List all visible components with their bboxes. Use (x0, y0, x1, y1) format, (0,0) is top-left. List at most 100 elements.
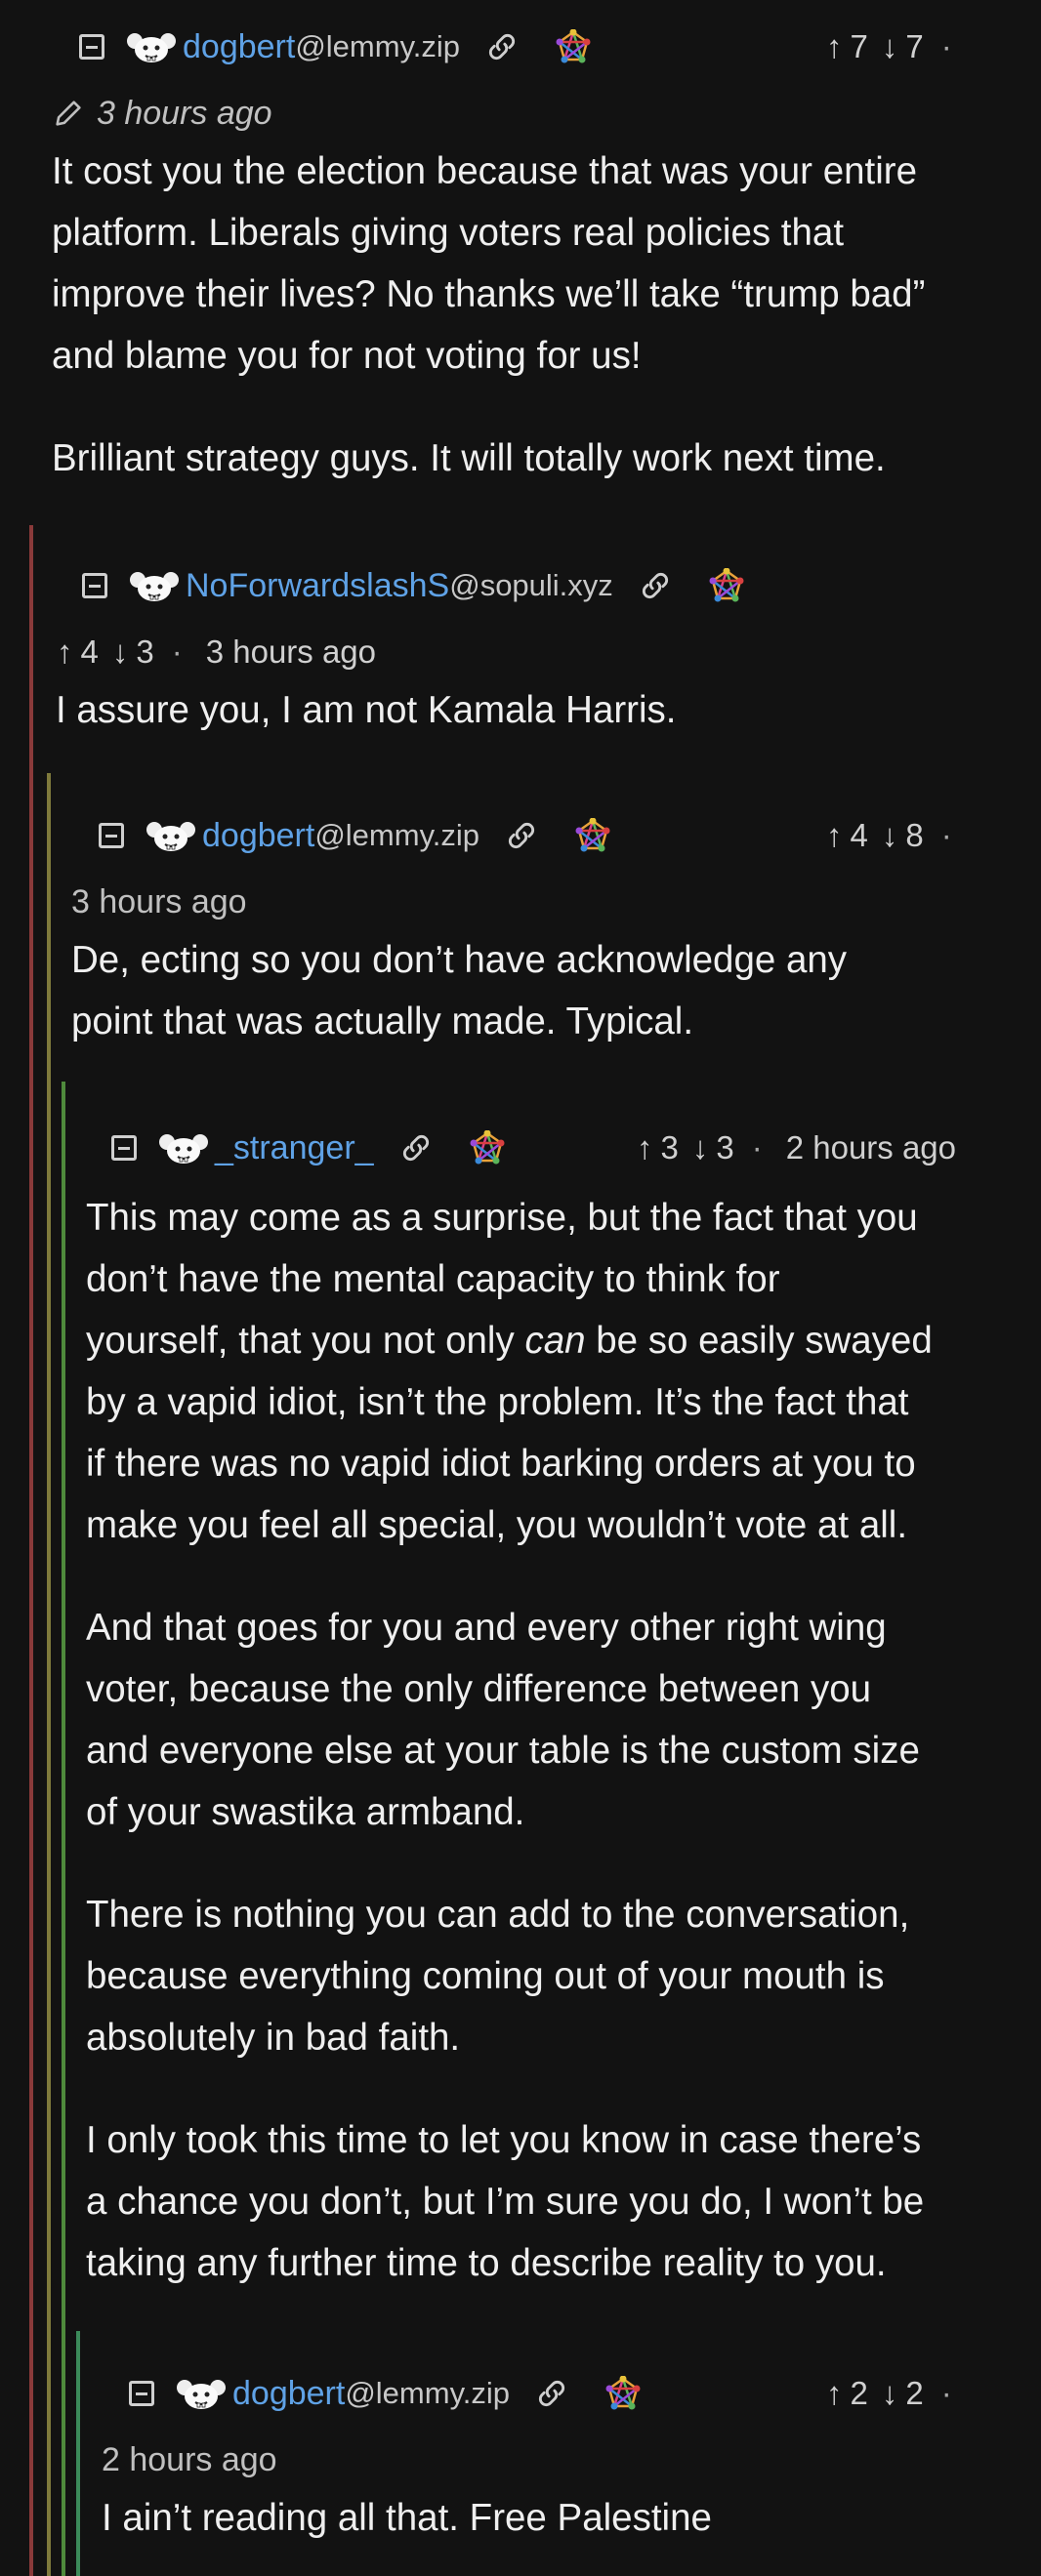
downvote-icon[interactable]: ↓ (692, 1129, 709, 1166)
downvote-icon[interactable]: ↓ (882, 817, 898, 854)
comment-paragraph: This may come as a surprise, but the fac… (86, 1187, 933, 1556)
username-link[interactable]: dogbert (202, 817, 314, 855)
text-line: if there was no vapid idiot barking orde… (86, 1443, 916, 1485)
comment-timestamp: 2 hours ago (102, 2440, 277, 2478)
text-line: There is nothing you can add to the conv… (86, 1894, 910, 1936)
text-line: make you feel all special, you wouldn’t … (86, 1504, 908, 1546)
comment-meta: 3 hours ago (52, 90, 272, 137)
separator-dot: · (171, 634, 183, 670)
thread-rail-level-2[interactable] (47, 773, 51, 2576)
text-line: a chance you don’t, but I’m sure you do,… (86, 2181, 925, 2223)
fediverse-icon[interactable] (575, 818, 610, 853)
upvote-icon[interactable]: ↑ (637, 1129, 653, 1166)
collapse-icon[interactable] (129, 2381, 154, 2406)
username-link[interactable]: _stranger_ (215, 1129, 374, 1167)
separator-dot: · (751, 1129, 763, 1165)
link-icon[interactable] (535, 2377, 568, 2410)
text-line: I assure you, I am not Kamala Harris. (56, 689, 677, 731)
avatar-icon[interactable] (126, 29, 177, 64)
username-link[interactable]: dogbert (232, 2375, 345, 2413)
username-link[interactable]: dogbert (183, 28, 295, 66)
collapse-icon[interactable] (99, 823, 124, 848)
vote-counter: ↑ 7 ↓ 7 · (826, 23, 970, 70)
text-line: This may come as a surprise, but the fac… (86, 1197, 918, 1239)
text-line: De, ecting so you don’t have acknowledge… (71, 939, 848, 981)
downvote-count: 3 (136, 634, 154, 670)
comment-timestamp: 3 hours ago (97, 94, 272, 132)
fediverse-icon[interactable] (470, 1130, 505, 1165)
text-line: Brilliant strategy guys. It will totally… (52, 437, 886, 479)
vote-counter: ↑ 4 ↓ 8 · (826, 812, 970, 859)
comment-body: I assure you, I am not Kamala Harris. (56, 679, 677, 741)
user-instance[interactable]: @lemmy.zip (314, 818, 479, 853)
comment-timestamp: 2 hours ago (785, 1129, 957, 1165)
thread-rail-level-1[interactable] (29, 525, 33, 2576)
edit-pencil-icon (56, 101, 81, 126)
avatar-icon[interactable] (146, 818, 196, 853)
text-line: improve their lives? No thanks we’ll tak… (52, 273, 926, 315)
thread-rail-level-3[interactable] (62, 1082, 65, 2576)
comment-body: De, ecting so you don’t have acknowledge… (71, 929, 847, 1052)
comment-paragraph: There is nothing you can add to the conv… (86, 1884, 933, 2068)
upvote-count: 2 (850, 2375, 868, 2411)
separator-dot: · (940, 2375, 952, 2411)
text-line: absolutely in bad faith. (86, 2017, 461, 2059)
comment-header: dogbert @lemmy.zip (129, 2370, 641, 2417)
link-icon[interactable] (505, 819, 538, 852)
upvote-count: 4 (80, 634, 99, 670)
collapse-icon[interactable] (79, 34, 104, 60)
upvote-icon[interactable]: ↑ (57, 634, 73, 671)
username-link[interactable]: NoForwardslashS (186, 567, 449, 605)
upvote-icon[interactable]: ↑ (826, 28, 843, 65)
thread-rail-level-4[interactable] (76, 2331, 80, 2576)
separator-dot: · (940, 28, 952, 64)
vote-counter: ↑ 2 ↓ 2 · (826, 2370, 970, 2417)
user-instance[interactable]: @lemmy.zip (345, 2376, 510, 2411)
comment-paragraph: It cost you the election because that wa… (52, 141, 925, 387)
link-icon[interactable] (639, 569, 672, 602)
downvote-count: 2 (905, 2375, 924, 2411)
downvote-icon[interactable]: ↓ (882, 28, 898, 65)
comment-timestamp: 3 hours ago (71, 882, 247, 920)
upvote-count: 7 (850, 28, 868, 64)
avatar-icon[interactable] (176, 2376, 227, 2411)
avatar-icon[interactable] (129, 568, 180, 603)
comment-paragraph: I ain’t reading all that. Free Palestine (102, 2487, 712, 2549)
fediverse-icon[interactable] (605, 2376, 641, 2411)
downvote-icon[interactable]: ↓ (882, 2375, 898, 2412)
text-line: point that was actually made. Typical. (71, 1001, 694, 1043)
text-line: and blame you for not voting for us! (52, 335, 642, 377)
avatar-icon[interactable] (158, 1130, 209, 1165)
comment-body: It cost you the election because that wa… (52, 141, 925, 489)
text-line: don’t have the mental capacity to think … (86, 1258, 780, 1300)
link-icon[interactable] (399, 1131, 433, 1165)
collapse-icon[interactable] (111, 1135, 137, 1161)
user-instance[interactable]: @lemmy.zip (295, 29, 460, 64)
text-line: taking any further time to describe real… (86, 2242, 887, 2284)
upvote-count: 3 (660, 1129, 679, 1165)
text-line: by a vapid idiot, isn’t the problem. It’… (86, 1381, 909, 1423)
text-line: It cost you the election because that wa… (52, 150, 918, 192)
user-instance[interactable]: @sopuli.xyz (449, 568, 613, 603)
text-line: voter, because the only difference betwe… (86, 1668, 872, 1710)
collapse-icon[interactable] (82, 573, 107, 598)
emphasized-word: can (524, 1320, 586, 1362)
comment-body: I ain’t reading all that. Free Palestine (102, 2487, 712, 2549)
comment-paragraph: De, ecting so you don’t have acknowledge… (71, 929, 847, 1052)
comment-header: _stranger_ (111, 1124, 505, 1171)
comment-meta: 2 hours ago (102, 2436, 277, 2483)
text-line: and everyone else at your table is the c… (86, 1730, 920, 1772)
vote-counter: ↑ 4 ↓ 3 · 3 hours ago (57, 629, 376, 675)
text-line: I ain’t reading all that. Free Palestine (102, 2497, 712, 2539)
fediverse-icon[interactable] (709, 568, 744, 603)
downvote-icon[interactable]: ↓ (112, 634, 129, 671)
comment-header: dogbert @lemmy.zip (99, 812, 610, 859)
fediverse-icon[interactable] (556, 29, 591, 64)
upvote-icon[interactable]: ↑ (826, 2375, 843, 2412)
upvote-icon[interactable]: ↑ (826, 817, 843, 854)
link-icon[interactable] (485, 30, 519, 63)
downvote-count: 8 (905, 817, 924, 853)
comment-body: This may come as a surprise, but the fac… (86, 1187, 933, 2294)
vote-counter: ↑ 3 ↓ 3 · 2 hours ago (637, 1124, 956, 1171)
comment-header: dogbert @lemmy.zip (79, 23, 591, 70)
